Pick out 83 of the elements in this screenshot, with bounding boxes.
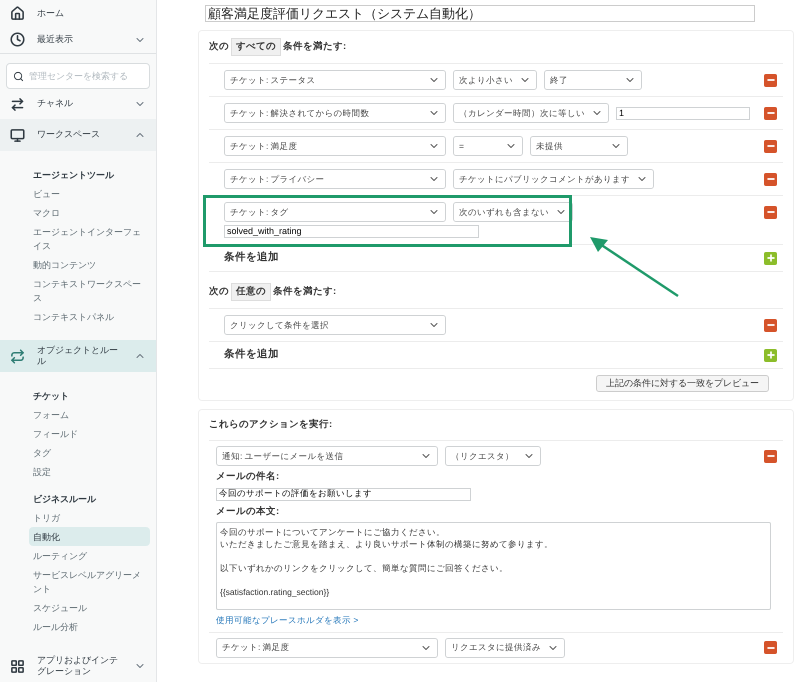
body-label: メールの本文:	[216, 504, 280, 518]
subject-label: メールの件名:	[216, 470, 280, 484]
nav-item[interactable]: 最近表示	[0, 26, 156, 53]
nav-group-heading: ビジネスルール	[33, 492, 98, 506]
nav-link[interactable]: 自動化	[29, 527, 150, 546]
dropdown-select[interactable]: 通知: ユーザーにメールを送信	[216, 446, 438, 466]
dropdown-select[interactable]: チケット: 満足度	[216, 638, 438, 658]
nav-link[interactable]: 動的コンテンツ	[29, 255, 150, 274]
arrows-icon	[10, 96, 25, 112]
home-icon	[10, 6, 25, 21]
dropdown-select[interactable]: 終了	[544, 70, 642, 90]
remove-button[interactable]	[764, 206, 777, 219]
dropdown-select[interactable]: チケット: 満足度	[224, 136, 446, 156]
remove-button[interactable]	[764, 641, 777, 654]
condition-suffix: 条件を満たす:	[283, 40, 346, 54]
dropdown-select[interactable]: クリックして条件を選択	[224, 315, 446, 336]
remove-button[interactable]	[764, 318, 777, 332]
body-text-line: いただきましたご意見を踏まえ、より良いサポート体制の構築に努めて参ります。	[220, 538, 554, 550]
add-button[interactable]	[764, 348, 777, 362]
dropdown-select[interactable]: チケット: タグ	[224, 202, 446, 222]
dropdown-select[interactable]: チケット: ステータス	[224, 70, 446, 90]
preview-button[interactable]: 上記の条件に対する一致をプレビュー	[596, 375, 769, 392]
body-text-line: 以下いずれかのリンクをクリックして、簡単な質問にご回答ください。	[220, 562, 509, 574]
remove-button[interactable]	[764, 74, 777, 87]
nav-item[interactable]: ホーム	[0, 0, 156, 26]
nav-link[interactable]: ルール分析	[29, 617, 150, 636]
dropdown-select[interactable]: 次より小さい	[453, 70, 537, 90]
nav-link[interactable]: 設定	[29, 462, 150, 481]
nav-item[interactable]: チャネル	[0, 89, 156, 119]
nav-link[interactable]: コンテキストパネル	[29, 307, 150, 326]
title-input[interactable]: 顧客満足度評価リクエスト（システム自動化）	[205, 5, 755, 22]
grid-icon	[10, 658, 25, 674]
dropdown-select[interactable]: 未提供	[530, 136, 628, 156]
nav-item[interactable]: アプリおよびインテグレーション	[0, 650, 156, 682]
dropdown-select[interactable]: チケットにパブリックコメントがあります	[453, 169, 654, 190]
remove-button[interactable]	[764, 172, 777, 186]
match-mode-toggle[interactable]: 任意の	[231, 283, 271, 302]
add-condition-label: 条件を追加	[224, 250, 279, 266]
dropdown-select[interactable]: （カレンダー時間）次に等しい	[453, 103, 609, 124]
remove-button[interactable]	[764, 106, 777, 120]
condition-prefix: 次の	[209, 40, 229, 54]
add-condition-label: 条件を追加	[224, 347, 279, 362]
search-field[interactable]: 管理センターを検索する	[6, 63, 150, 89]
dropdown-select[interactable]: 次のいずれも含まない	[453, 202, 573, 222]
clock-icon	[10, 32, 25, 48]
nav-link[interactable]: エージェントインターフェイス	[29, 222, 150, 255]
nav-link[interactable]: ルーティング	[29, 546, 150, 565]
body-text-line: {{satisfaction.rating_section}}	[220, 586, 330, 598]
nav-link[interactable]: サービスレベルアグリーメント	[29, 565, 150, 598]
condition-prefix: 次の	[209, 285, 229, 299]
tag-input[interactable]: solved_with_rating	[224, 225, 479, 238]
add-button[interactable]	[764, 252, 777, 265]
monitor-icon	[10, 128, 25, 142]
condition-suffix: 条件を満たす:	[273, 285, 336, 299]
dropdown-select[interactable]: リクエスタに提供済み	[445, 638, 565, 658]
plus-icon	[766, 350, 776, 360]
body-text-line: 今回のサポートについてアンケートにご協力ください。	[220, 526, 446, 538]
remove-button[interactable]	[764, 140, 777, 153]
nav-item[interactable]: ワークスペース	[0, 119, 156, 151]
nav-item[interactable]: オブジェクトとルール	[0, 340, 156, 372]
nav-link[interactable]: フィールド	[29, 424, 150, 443]
actions-heading: これらのアクションを実行:	[209, 418, 334, 432]
value-input[interactable]: 1	[616, 106, 750, 120]
subject-input[interactable]: 今回のサポートの評価をお願いします	[216, 488, 471, 500]
dropdown-select[interactable]: チケット: プライバシー	[224, 169, 446, 190]
match-mode-toggle[interactable]: すべての	[231, 38, 281, 56]
placeholders-link[interactable]: 使用可能なプレースホルダを表示 >	[216, 614, 777, 626]
body-textarea[interactable]: 今回のサポートについてアンケートにご協力ください。 いただきましたご意見を踏まえ、より良いサポート体制の構築に努めて参ります。 以下いずれかのリンクをクリックして、簡単な質問にご回答ください。 {{satisfaction.rating_section}}	[216, 522, 771, 610]
nav-group-heading: エージェントツール	[33, 168, 116, 182]
loop-arrows-icon	[10, 348, 25, 364]
remove-button[interactable]	[764, 450, 777, 463]
nav-link[interactable]: マクロ	[29, 203, 150, 222]
nav-link[interactable]: トリガ	[29, 508, 150, 527]
dropdown-select[interactable]: =	[453, 136, 523, 156]
dropdown-select[interactable]: チケット: 解決されてからの時間数	[224, 103, 446, 124]
plus-icon	[766, 253, 776, 264]
nav-link[interactable]: コンテキストワークスペース	[29, 274, 150, 307]
nav-link[interactable]: スケジュール	[29, 598, 150, 617]
nav-group-heading: チケット	[33, 390, 70, 402]
nav-link[interactable]: タグ	[29, 443, 150, 462]
nav-link[interactable]: ビュー	[29, 184, 150, 203]
dropdown-select[interactable]: （リクエスタ）	[445, 446, 541, 466]
nav-link[interactable]: フォーム	[29, 405, 150, 424]
